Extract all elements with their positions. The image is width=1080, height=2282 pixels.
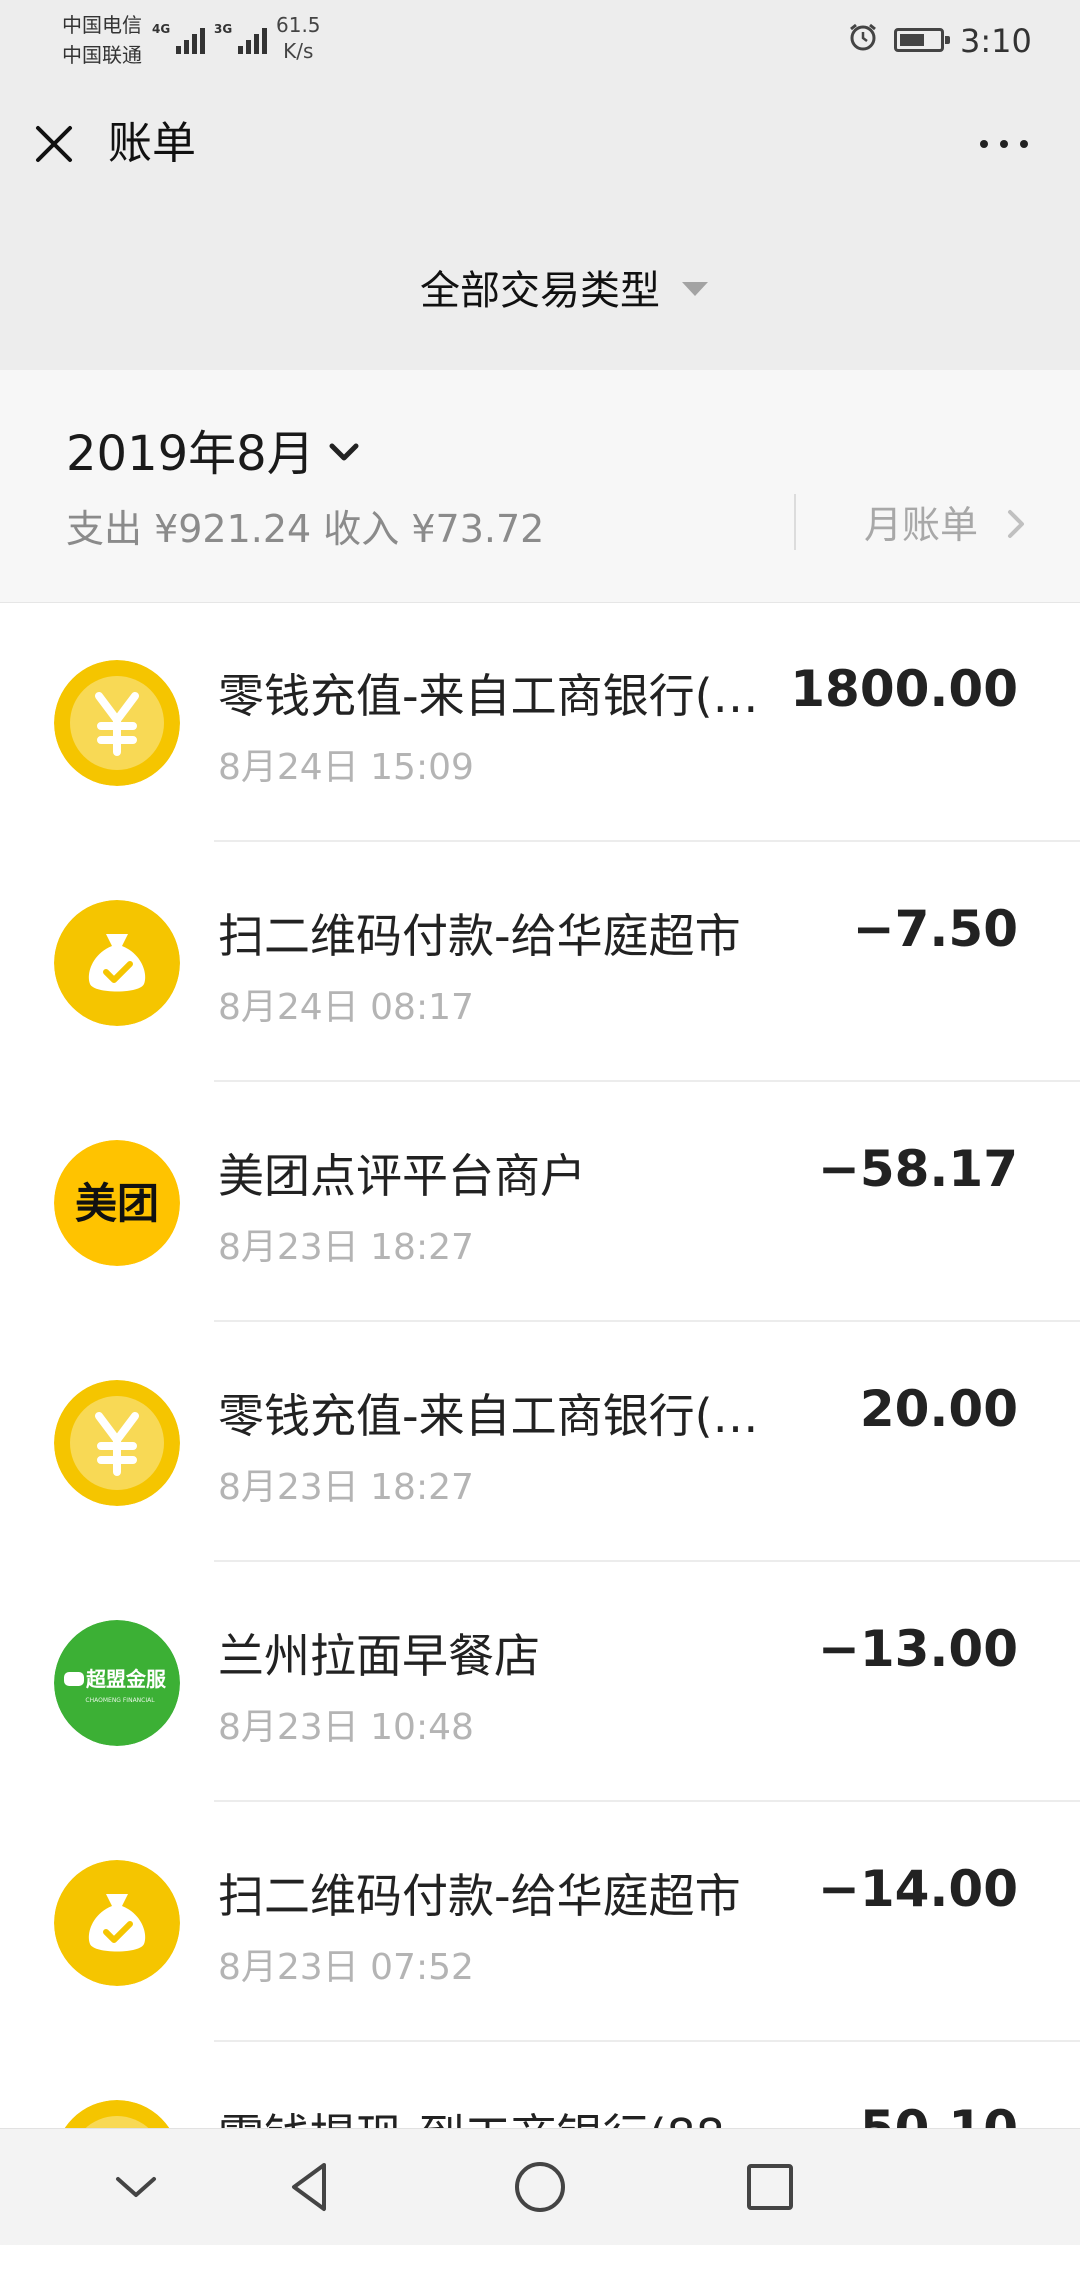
meituan-logo: 美团 [54, 1140, 180, 1266]
carrier-2: 中国联通 [62, 43, 142, 67]
home-icon[interactable] [510, 2157, 570, 2217]
carrier-1: 中国电信 [62, 13, 142, 37]
app-header: 账单 [0, 80, 1080, 210]
transaction-row[interactable]: 超盟金服 CHAOMENG FINANCIAL 兰州拉面早餐店 8月23日 10… [0, 1562, 1080, 1802]
chaomeng-logo-text: 超盟金服 [85, 1667, 167, 1691]
chevron-right-icon[interactable] [1004, 504, 1030, 544]
system-nav-bar [0, 2128, 1080, 2245]
month-summary: 2019年8月 支出 ¥921.24 收入 ¥73.72 月账单 [0, 370, 1080, 603]
more-icon[interactable] [978, 132, 1030, 156]
transaction-title: 零钱充值-来自工商银行(… [218, 669, 759, 723]
transaction-row[interactable]: 扫二维码付款-给华庭超市 8月24日 08:17 −7.50 [0, 842, 1080, 1082]
money-bag-icon [54, 900, 180, 1026]
yuan-coin-icon [54, 660, 180, 786]
clock: 3:10 [960, 22, 1032, 60]
transaction-date: 8月24日 08:17 [218, 987, 474, 1028]
month-selector[interactable]: 2019年8月 [66, 414, 315, 484]
transaction-date: 8月23日 07:52 [218, 1947, 474, 1988]
transaction-date: 8月23日 18:27 [218, 1227, 474, 1268]
network-type-2: 3G [214, 22, 233, 36]
transaction-type-filter[interactable]: 全部交易类型 [0, 210, 1080, 370]
alarm-icon [850, 23, 876, 51]
carrier-labels: 中国电信 中国联通 [62, 10, 142, 70]
chaomeng-logo: 超盟金服 CHAOMENG FINANCIAL [54, 1620, 180, 1746]
transaction-title: 兰州拉面早餐店 [218, 1629, 540, 1683]
status-bar: 中国电信 中国联通 4G 3G 61.5 K/s 3:10 [0, 0, 1080, 80]
transaction-title: 扫二维码付款-给华庭超市 [218, 909, 741, 963]
money-bag-icon [54, 1860, 180, 1986]
transaction-date: 8月23日 18:27 [218, 1467, 474, 1508]
page-title: 账单 [108, 118, 196, 169]
network-type-1: 4G [152, 22, 171, 36]
back-icon[interactable] [280, 2157, 340, 2217]
transaction-title: 美团点评平台商户 [218, 1149, 586, 1203]
chaomeng-logo-subtext: CHAOMENG FINANCIAL [85, 1697, 155, 1704]
monthly-bill-link[interactable]: 月账单 [864, 494, 978, 549]
transaction-date: 8月23日 10:48 [218, 1707, 474, 1748]
filter-label[interactable]: 全部交易类型 [0, 258, 1080, 316]
chevron-down-icon[interactable] [324, 432, 364, 472]
transaction-amount: −14.00 [817, 1860, 1018, 1918]
transaction-row[interactable]: 扫二维码付款-给华庭超市 8月23日 07:52 −14.00 [0, 1802, 1080, 2042]
yuan-coin-icon [54, 1380, 180, 1506]
divider [794, 494, 796, 550]
income-expense-summary: 支出 ¥921.24 收入 ¥73.72 [66, 507, 545, 551]
caret-down-icon[interactable] [682, 282, 708, 296]
close-icon[interactable] [28, 118, 80, 170]
transaction-amount: 20.00 [859, 1380, 1018, 1438]
battery-icon [894, 28, 950, 52]
transaction-date: 8月24日 15:09 [218, 747, 474, 788]
transaction-amount: 1800.00 [790, 660, 1018, 718]
transaction-title: 零钱充值-来自工商银行(… [218, 1389, 759, 1443]
recent-apps-icon[interactable] [740, 2157, 800, 2217]
meituan-logo-text: 美团 [75, 1179, 159, 1228]
transaction-row[interactable]: 零钱充值-来自工商银行(… 8月24日 15:09 1800.00 [0, 602, 1080, 842]
transaction-title: 扫二维码付款-给华庭超市 [218, 1869, 741, 1923]
transaction-amount: −13.00 [817, 1620, 1018, 1678]
transaction-amount: −7.50 [852, 900, 1018, 958]
transaction-amount: −58.17 [817, 1140, 1018, 1198]
network-speed: 61.5 K/s [276, 13, 321, 63]
hide-keyboard-icon[interactable] [106, 2157, 166, 2217]
transaction-row[interactable]: 零钱充值-来自工商银行(… 8月23日 18:27 20.00 [0, 1322, 1080, 1562]
transaction-row[interactable]: 美团 美团点评平台商户 8月23日 18:27 −58.17 [0, 1082, 1080, 1322]
